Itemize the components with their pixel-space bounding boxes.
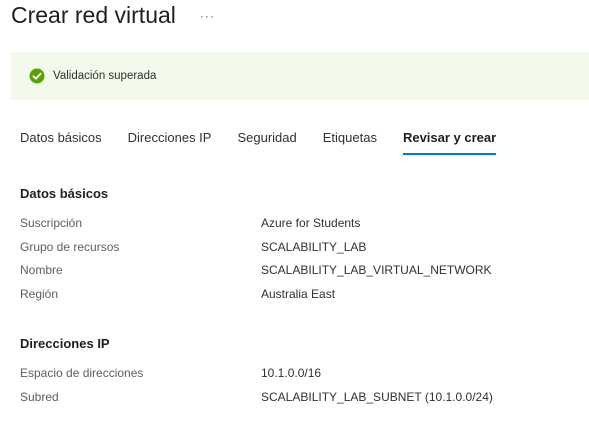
section-title: Direcciones IP [20, 336, 110, 351]
section-datos-basicos: Datos básicos Suscripción Azure for Stud… [20, 184, 580, 308]
row-label: Subred [20, 389, 59, 404]
row-value: 10.1.0.0/16 [261, 366, 322, 380]
row-value: SCALABILITY_LAB_SUBNET (10.1.0.0/24) [261, 389, 493, 404]
summary-row: Grupo de recursos SCALABILITY_LAB [20, 238, 580, 262]
validation-message: Validación superada [53, 70, 157, 82]
tab-etiquetas[interactable]: Etiquetas [323, 128, 377, 152]
tab-bar: Datos básicos Direcciones IP Seguridad E… [20, 128, 522, 158]
tab-revisar-y-crear[interactable]: Revisar y crear [402, 128, 497, 155]
more-options-button[interactable]: ··· [200, 9, 215, 23]
tab-datos-basicos[interactable]: Datos básicos [20, 128, 102, 152]
row-label: Espacio de direcciones [20, 366, 144, 380]
section-direcciones-ip: Direcciones IP Espacio de direcciones 10… [20, 334, 580, 411]
summary-row: Nombre SCALABILITY_LAB_VIRTUAL_NETWORK [20, 261, 580, 285]
row-label: Región [20, 286, 59, 301]
row-value: Australia East [261, 286, 336, 301]
row-label: Nombre [20, 263, 63, 277]
tab-seguridad[interactable]: Seguridad [237, 128, 296, 152]
page-header: Crear red virtual ··· [11, 0, 215, 30]
summary-row: Región Australia East [20, 285, 580, 309]
tab-direcciones-ip[interactable]: Direcciones IP [128, 128, 212, 152]
row-value: SCALABILITY_LAB [261, 239, 367, 254]
row-value: SCALABILITY_LAB_VIRTUAL_NETWORK [261, 263, 492, 277]
row-label: Suscripción [20, 216, 83, 230]
page-title: Crear red virtual [11, 1, 176, 28]
section-title: Datos básicos [20, 186, 109, 201]
summary-row: Suscripción Azure for Students [20, 214, 580, 238]
summary-row: Subred SCALABILITY_LAB_SUBNET (10.1.0.0/… [20, 388, 580, 412]
row-value: Azure for Students [261, 216, 361, 230]
validation-banner: Validación superada [11, 52, 589, 100]
row-label: Grupo de recursos [20, 239, 120, 254]
summary-row: Espacio de direcciones 10.1.0.0/16 [20, 364, 580, 388]
check-circle-icon [29, 68, 45, 84]
